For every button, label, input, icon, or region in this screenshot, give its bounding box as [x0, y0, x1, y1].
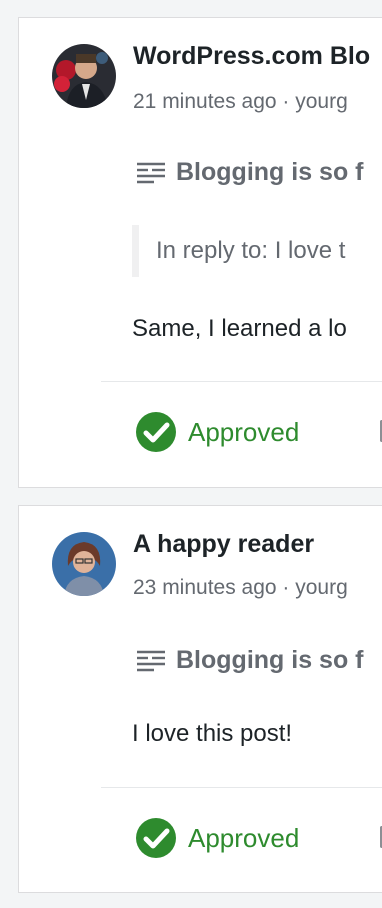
avatar: [52, 532, 116, 596]
post-title-link[interactable]: Blogging is so f: [136, 158, 382, 187]
post-title: Blogging is so f: [176, 646, 364, 674]
reply-to-quote[interactable]: In reply to: I love t: [132, 225, 382, 277]
divider: [101, 381, 382, 382]
comment-text: Same, I learned a lo: [132, 315, 347, 342]
comment-author[interactable]: A happy reader: [133, 530, 382, 559]
approved-status-button[interactable]: Approved: [136, 412, 299, 452]
comment-card[interactable]: A happy reader 23 minutes ago · yourg Bl…: [18, 505, 382, 893]
avatar: [52, 44, 116, 108]
comment-meta[interactable]: 23 minutes ago · yourg: [133, 576, 382, 600]
comment-author[interactable]: WordPress.com Blo: [133, 42, 382, 71]
post-title: Blogging is so f: [176, 158, 364, 186]
status-label: Approved: [188, 822, 300, 853]
comment-text: I love this post!: [132, 720, 293, 747]
checkmark-circle-icon: [136, 818, 176, 858]
comment-meta[interactable]: 21 minutes ago · yourg: [133, 90, 382, 114]
post-lines-icon: [137, 162, 165, 183]
post-lines-icon: [137, 650, 165, 671]
approved-status-button[interactable]: Approved: [136, 818, 299, 858]
status-label: Approved: [188, 416, 300, 447]
divider: [101, 787, 382, 788]
post-title-link[interactable]: Blogging is so f: [136, 646, 382, 675]
comment-card[interactable]: WordPress.com Blo 21 minutes ago · yourg…: [18, 17, 382, 488]
checkmark-circle-icon: [136, 412, 176, 452]
